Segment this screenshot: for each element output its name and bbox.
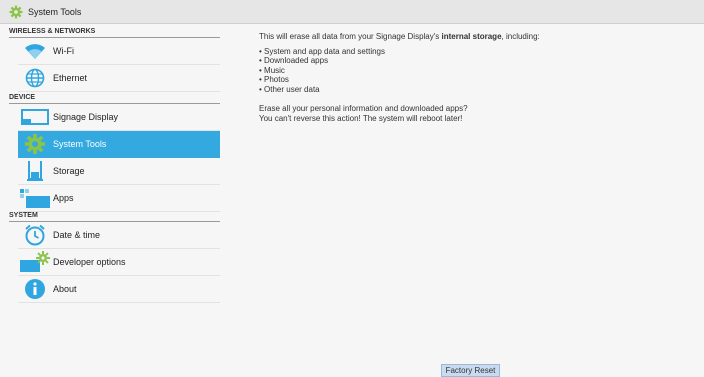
apps-icon — [18, 186, 52, 210]
gear-icon — [18, 132, 52, 156]
window-title: System Tools — [28, 6, 82, 17]
sidebar-item-label: Apps — [53, 193, 74, 203]
list-item: • Music — [259, 65, 285, 75]
section-header-system: SYSTEM — [9, 211, 220, 222]
sidebar-item-developer-options[interactable]: Developer options — [18, 249, 220, 276]
sidebar-item-label: Storage — [53, 166, 85, 176]
sidebar-item-label: Developer options — [53, 257, 126, 267]
list-item: • Other user data — [259, 84, 320, 94]
factory-reset-description: This will erase all data from your Signa… — [259, 32, 699, 123]
sidebar-item-label: Ethernet — [53, 73, 88, 83]
title-bar: System Tools — [0, 0, 704, 24]
list-item: • Photos — [259, 75, 289, 84]
sidebar-item-ethernet[interactable]: Ethernet — [18, 65, 220, 92]
globe-icon — [18, 66, 52, 90]
factory-reset-button[interactable]: Factory Reset — [441, 364, 500, 377]
storage-icon — [18, 159, 52, 183]
sidebar-item-label: About — [53, 284, 77, 294]
warning-text: Erase all your personal information and … — [259, 104, 699, 123]
sidebar-item-signage-display[interactable]: Signage Display — [18, 104, 220, 131]
warning-line: You can't reverse this action! The syste… — [259, 113, 463, 123]
sidebar-item-label: Signage Display — [53, 112, 119, 122]
sidebar-item-storage[interactable]: Storage — [18, 158, 220, 185]
erase-list: • System and app data and settings • Dow… — [259, 47, 699, 95]
sidebar-item-label: Date & time — [53, 230, 101, 240]
display-icon — [18, 105, 52, 129]
wifi-icon — [18, 39, 52, 63]
list-item: • Downloaded apps — [259, 56, 329, 65]
developer-icon — [18, 250, 52, 274]
clock-icon — [18, 223, 52, 247]
sidebar-item-date-time[interactable]: Date & time — [18, 222, 220, 249]
section-header-device: DEVICE — [9, 93, 220, 104]
warning-line: Erase all your personal information and … — [259, 104, 468, 113]
sidebar-item-wifi[interactable]: Wi-Fi — [18, 38, 220, 65]
section-header-wireless: WIRELESS & NETWORKS — [9, 27, 220, 38]
settings-sidebar: WIRELESS & NETWORKS Wi-Fi Ethernet DEVIC… — [0, 24, 220, 377]
info-icon — [18, 277, 52, 301]
sidebar-item-about[interactable]: About — [18, 276, 220, 303]
sidebar-item-apps[interactable]: Apps — [18, 185, 220, 212]
sidebar-item-system-tools[interactable]: System Tools — [18, 131, 220, 158]
intro-text: This will erase all data from your Signa… — [259, 32, 540, 41]
list-item: • System and app data and settings — [259, 46, 385, 56]
gear-icon — [9, 5, 23, 19]
sidebar-item-label: Wi-Fi — [53, 46, 74, 56]
sidebar-item-label: System Tools — [53, 139, 107, 149]
